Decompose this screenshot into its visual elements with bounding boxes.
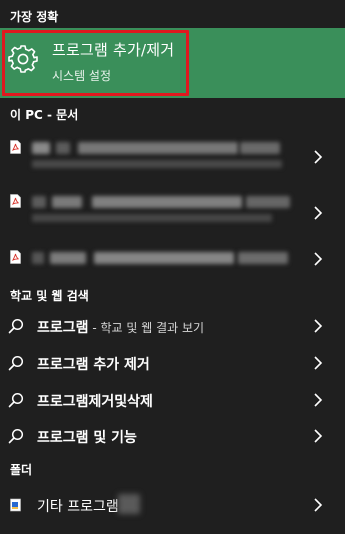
search-icon (8, 428, 24, 444)
web-search-label: 프로그램 - 학교 및 웹 결과 보기 (37, 320, 205, 336)
blurred-text (32, 252, 44, 264)
blurred-text (32, 196, 46, 208)
blurred-text (52, 196, 82, 208)
web-search-label: 프로그램제거및삭제 (37, 394, 153, 410)
document-result-2[interactable] (0, 182, 345, 226)
blurred-text (92, 196, 242, 208)
document-result-1[interactable] (0, 134, 345, 178)
web-search-label: 프로그램 및 기능 (37, 430, 137, 446)
blurred-text (32, 214, 272, 222)
web-search-suggestion-1[interactable]: 프로그램 - 학교 및 웹 결과 보기 (0, 308, 345, 344)
chevron-right-icon[interactable] (313, 150, 323, 164)
blurred-text (78, 142, 238, 154)
blurred-text (246, 196, 290, 208)
blurred-text (240, 142, 280, 154)
web-search-label: 프로그램 추가 제거 (37, 357, 150, 373)
section-header-web-search: 학교 및 웹 검색 (10, 289, 89, 303)
best-match-subtitle: 시스템 설정 (52, 69, 112, 83)
chevron-right-icon[interactable] (313, 319, 323, 333)
chevron-right-icon[interactable] (313, 429, 323, 443)
folder-result-1[interactable]: 기타 프로그램 (0, 486, 345, 524)
section-header-folders: 폴더 (10, 463, 33, 477)
web-search-suggestion-3[interactable]: 프로그램제거및삭제 (0, 382, 345, 418)
blurred-text (94, 252, 234, 264)
section-header-documents: 이 PC - 문서 (10, 108, 79, 122)
blurred-text (50, 252, 86, 264)
pdf-icon (10, 250, 21, 264)
chevron-right-icon[interactable] (313, 393, 323, 407)
blurred-text (32, 142, 50, 154)
search-results-panel: 가장 정확 프로그램 추가/제거 시스템 설정 이 PC - 문서 학교 및 웹… (0, 0, 345, 534)
pdf-icon (10, 140, 21, 154)
web-search-suggestion-2[interactable]: 프로그램 추가 제거 (0, 345, 345, 381)
section-header-best-match: 가장 정확 (10, 10, 59, 24)
chevron-right-icon[interactable] (313, 252, 323, 266)
shortcut-folder-icon (10, 498, 21, 512)
blurred-text (238, 252, 288, 264)
chevron-right-icon[interactable] (313, 206, 323, 220)
best-match-title: 프로그램 추가/제거 (52, 41, 175, 59)
search-icon (8, 355, 24, 371)
gear-icon (8, 45, 38, 73)
web-search-suggestion-4[interactable]: 프로그램 및 기능 (0, 418, 345, 454)
pdf-icon (10, 194, 21, 208)
search-icon (8, 318, 24, 334)
blurred-text (32, 160, 282, 168)
chevron-right-icon[interactable] (313, 498, 323, 512)
blurred-text (56, 142, 70, 154)
chevron-right-icon[interactable] (313, 356, 323, 370)
search-icon (8, 392, 24, 408)
folder-label: 기타 프로그램 (37, 499, 119, 515)
document-result-3[interactable] (0, 236, 345, 280)
blurred-text (118, 494, 140, 514)
